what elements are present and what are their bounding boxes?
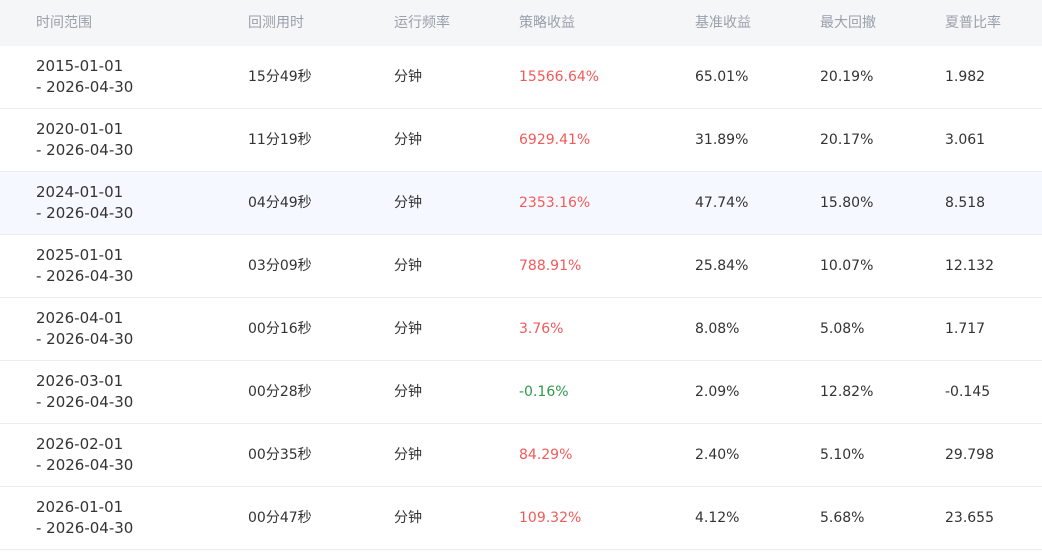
header-sharpe-ratio[interactable]: 夏普比率: [909, 13, 1042, 34]
table-row-hovered[interactable]: 2024-01-01 - 2026-04-30 04分49秒 分钟 2353.1…: [0, 172, 1042, 235]
table-row[interactable]: 2026-04-01 - 2026-04-30 00分16秒 分钟 3.76% …: [0, 298, 1042, 361]
range-end: - 2026-04-30: [36, 141, 134, 159]
header-backtest-time[interactable]: 回测用时: [212, 13, 358, 34]
sharpe-ratio-cell: 12.132: [945, 257, 994, 274]
header-max-drawdown[interactable]: 最大回撤: [784, 13, 909, 34]
range-end: - 2026-04-30: [36, 519, 134, 537]
frequency-cell: 分钟: [394, 320, 422, 337]
range-start: 2015-01-01: [36, 57, 124, 75]
time-range-cell: 2020-01-01 - 2026-04-30: [0, 119, 212, 161]
table-row[interactable]: 2025-01-01 - 2026-04-30 03分09秒 分钟 788.91…: [0, 235, 1042, 298]
strategy-return-cell: -0.16%: [519, 383, 569, 400]
benchmark-return-cell: 2.40%: [695, 446, 740, 463]
backtest-time-cell: 00分35秒: [248, 446, 312, 463]
range-start: 2026-04-01: [36, 309, 124, 327]
range-start: 2026-02-01: [36, 435, 124, 453]
range-start: 2026-01-01: [36, 498, 124, 516]
sharpe-ratio-cell: 8.518: [945, 194, 986, 211]
sharpe-ratio-cell: -0.145: [945, 383, 991, 400]
backtest-time-cell: 03分09秒: [248, 257, 312, 274]
sharpe-ratio-cell: 23.655: [945, 509, 994, 526]
header-frequency[interactable]: 运行频率: [358, 13, 483, 34]
max-drawdown-cell: 5.08%: [820, 320, 865, 337]
backtest-time-cell: 04分49秒: [248, 194, 312, 211]
header-benchmark-return[interactable]: 基准收益: [659, 13, 784, 34]
strategy-return-cell: 84.29%: [519, 446, 573, 463]
benchmark-return-cell: 31.89%: [695, 131, 749, 148]
benchmark-return-cell: 2.09%: [695, 383, 740, 400]
header-strategy-return[interactable]: 策略收益: [483, 13, 659, 34]
max-drawdown-cell: 20.17%: [820, 131, 874, 148]
time-range-cell: 2024-01-01 - 2026-04-30: [0, 182, 212, 224]
range-end: - 2026-04-30: [36, 330, 134, 348]
time-range-cell: 2026-02-01 - 2026-04-30: [0, 434, 212, 476]
header-time-range[interactable]: 时间范围: [0, 13, 212, 34]
max-drawdown-cell: 5.10%: [820, 446, 865, 463]
backtest-time-cell: 11分19秒: [248, 131, 312, 148]
table-row[interactable]: 2026-01-01 - 2026-04-30 00分47秒 分钟 109.32…: [0, 487, 1042, 550]
table-row[interactable]: 2020-01-01 - 2026-04-30 11分19秒 分钟 6929.4…: [0, 109, 1042, 172]
range-start: 2024-01-01: [36, 183, 124, 201]
backtest-time-cell: 00分16秒: [248, 320, 312, 337]
table-header: 时间范围 回测用时 运行频率 策略收益 基准收益 最大回撤 夏普比率: [0, 0, 1042, 46]
benchmark-return-cell: 47.74%: [695, 194, 749, 211]
backtest-time-cell: 00分28秒: [248, 383, 312, 400]
strategy-return-cell: 3.76%: [519, 320, 564, 337]
backtest-time-cell: 00分47秒: [248, 509, 312, 526]
table-row[interactable]: 2026-02-01 - 2026-04-30 00分35秒 分钟 84.29%…: [0, 424, 1042, 487]
max-drawdown-cell: 10.07%: [820, 257, 874, 274]
range-start: 2026-03-01: [36, 372, 124, 390]
sharpe-ratio-cell: 1.982: [945, 68, 986, 85]
strategy-return-cell: 109.32%: [519, 509, 582, 526]
range-end: - 2026-04-30: [36, 456, 134, 474]
range-end: - 2026-04-30: [36, 204, 134, 222]
benchmark-return-cell: 65.01%: [695, 68, 749, 85]
strategy-return-cell: 6929.41%: [519, 131, 591, 148]
time-range-cell: 2026-01-01 - 2026-04-30: [0, 497, 212, 539]
frequency-cell: 分钟: [394, 68, 422, 85]
frequency-cell: 分钟: [394, 446, 422, 463]
range-start: 2020-01-01: [36, 120, 124, 138]
max-drawdown-cell: 20.19%: [820, 68, 874, 85]
frequency-cell: 分钟: [394, 194, 422, 211]
table-row[interactable]: 2026-03-01 - 2026-04-30 00分28秒 分钟 -0.16%…: [0, 361, 1042, 424]
frequency-cell: 分钟: [394, 509, 422, 526]
max-drawdown-cell: 5.68%: [820, 509, 865, 526]
backtest-time-cell: 15分49秒: [248, 68, 312, 85]
table-row[interactable]: 2015-01-01 - 2026-04-30 15分49秒 分钟 15566.…: [0, 46, 1042, 109]
time-range-cell: 2026-04-01 - 2026-04-30: [0, 308, 212, 350]
range-start: 2025-01-01: [36, 246, 124, 264]
frequency-cell: 分钟: [394, 383, 422, 400]
range-end: - 2026-04-30: [36, 393, 134, 411]
sharpe-ratio-cell: 29.798: [945, 446, 994, 463]
sharpe-ratio-cell: 3.061: [945, 131, 986, 148]
benchmark-return-cell: 25.84%: [695, 257, 749, 274]
frequency-cell: 分钟: [394, 131, 422, 148]
strategy-return-cell: 788.91%: [519, 257, 582, 274]
backtest-results-table: 时间范围 回测用时 运行频率 策略收益 基准收益 最大回撤 夏普比率 2015-…: [0, 0, 1042, 550]
max-drawdown-cell: 15.80%: [820, 194, 874, 211]
time-range-cell: 2026-03-01 - 2026-04-30: [0, 371, 212, 413]
time-range-cell: 2025-01-01 - 2026-04-30: [0, 245, 212, 287]
benchmark-return-cell: 4.12%: [695, 509, 740, 526]
strategy-return-cell: 2353.16%: [519, 194, 591, 211]
time-range-cell: 2015-01-01 - 2026-04-30: [0, 56, 212, 98]
range-end: - 2026-04-30: [36, 267, 134, 285]
range-end: - 2026-04-30: [36, 78, 134, 96]
benchmark-return-cell: 8.08%: [695, 320, 740, 337]
sharpe-ratio-cell: 1.717: [945, 320, 986, 337]
strategy-return-cell: 15566.64%: [519, 68, 600, 85]
max-drawdown-cell: 12.82%: [820, 383, 874, 400]
frequency-cell: 分钟: [394, 257, 422, 274]
